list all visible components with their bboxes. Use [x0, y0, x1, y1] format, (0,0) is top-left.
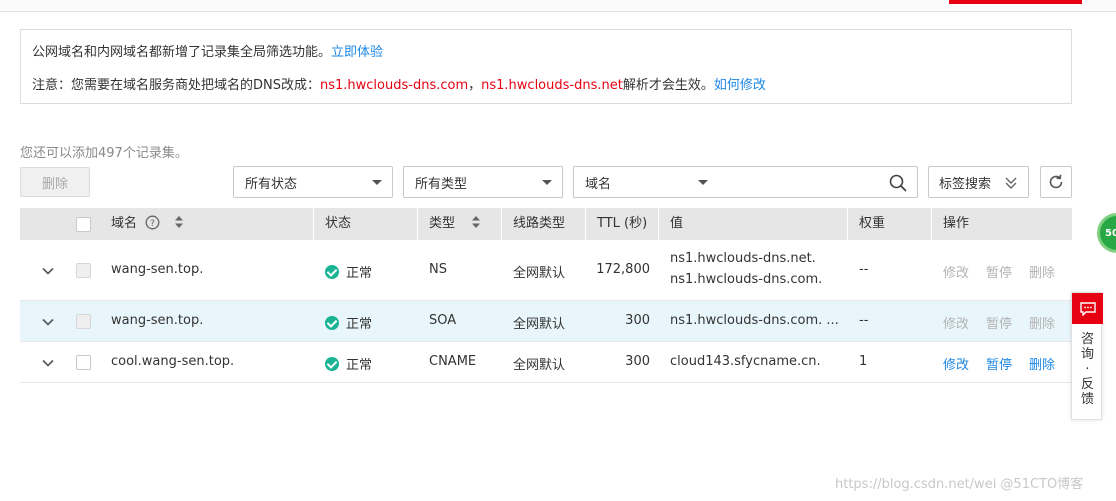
record-type: SOA [429, 313, 457, 328]
record-status: 正常 [325, 262, 372, 281]
type-filter-value: 所有类型 [415, 176, 468, 192]
row-checkbox[interactable] [76, 314, 91, 329]
floating-score-badge[interactable]: 50 [1097, 213, 1116, 253]
column-header-type[interactable]: 类型 [418, 208, 502, 240]
record-line: 全网默认 [513, 317, 566, 332]
chat-icon [1079, 301, 1096, 316]
record-ttl: 300 [625, 313, 650, 328]
row-checkbox[interactable] [76, 355, 91, 370]
record-status-label: 正常 [346, 358, 373, 373]
record-quota-text: 您还可以添加497个记录集。 [20, 146, 188, 161]
caret-down-icon [542, 180, 552, 185]
sort-icon[interactable] [174, 215, 184, 229]
table-row[interactable]: wang-sen.top. 正常 NS 全网默认 172,800 ns1.hwc… [20, 240, 1072, 301]
floating-score-value: 50 [1105, 227, 1116, 239]
type-filter-select[interactable]: 所有类型 [403, 166, 563, 198]
watermark-text: https://blog.csdn.net/wei @51CTO博客 [835, 477, 1084, 492]
record-line: 全网默认 [513, 266, 566, 281]
modify-link[interactable]: 修改 [943, 313, 969, 332]
modify-link[interactable]: 修改 [943, 262, 969, 281]
record-type: CNAME [429, 354, 477, 369]
record-ttl: 300 [625, 354, 650, 369]
batch-delete-button[interactable]: 删除 [20, 167, 90, 197]
delete-link[interactable]: 删除 [1029, 354, 1055, 373]
tag-search-label: 标签搜索 [939, 176, 992, 192]
help-icon[interactable]: ? [145, 215, 160, 230]
chevron-down-icon[interactable] [41, 356, 55, 370]
notice-dns-prefix: 注意：您需要在域名服务商处把域名的DNS改成： [32, 78, 320, 93]
try-now-link[interactable]: 立即体验 [331, 45, 383, 60]
svg-text:?: ? [150, 219, 155, 229]
pause-link[interactable]: 暂停 [986, 354, 1012, 373]
notice-line-filter: 公网域名和内网域名都新增了记录集全局筛选功能。立即体验 [32, 41, 383, 60]
record-domain: cool.wang-sen.top. [111, 354, 235, 369]
record-domain: wang-sen.top. [111, 313, 204, 328]
notice-filter-text: 公网域名和内网域名都新增了记录集全局筛选功能。 [32, 45, 332, 60]
column-header-domain-label: 域名 [111, 216, 138, 231]
record-status-label: 正常 [346, 266, 373, 281]
record-type: NS [429, 262, 447, 277]
row-checkbox[interactable] [76, 263, 91, 278]
sort-icon[interactable] [471, 215, 481, 229]
tag-search-button[interactable]: 标签搜索 [928, 166, 1029, 198]
column-header-value: 值 [659, 208, 848, 240]
nameserver-separator: ， [468, 78, 482, 93]
table-row[interactable]: wang-sen.top. 正常 SOA 全网默认 300 ns1.hwclou… [20, 301, 1072, 342]
column-header-type-label: 类型 [429, 216, 456, 231]
record-status: 正常 [325, 313, 372, 332]
delete-link[interactable]: 删除 [1029, 262, 1055, 281]
chevron-down-icon[interactable] [41, 264, 55, 278]
double-chevron-down-icon [1005, 177, 1017, 189]
column-header-weight: 权重 [848, 208, 932, 240]
pause-link[interactable]: 暂停 [986, 313, 1012, 332]
status-filter-value: 所有状态 [245, 176, 298, 192]
refresh-icon [1049, 174, 1063, 189]
caret-down-icon [372, 180, 382, 185]
notice-dns-suffix: 解析才会生效。 [622, 78, 714, 93]
search-icon[interactable] [889, 174, 907, 192]
pause-link[interactable]: 暂停 [986, 262, 1012, 281]
notice-panel: 公网域名和内网域名都新增了记录集全局筛选功能。立即体验 注意：您需要在域名服务商… [20, 29, 1072, 104]
record-status-label: 正常 [346, 317, 373, 332]
column-header-domain[interactable]: 域名 ? [100, 208, 314, 240]
record-value-line-1: ns1.hwclouds-dns.com. ... [670, 313, 839, 328]
notice-line-dns: 注意：您需要在域名服务商处把域名的DNS改成：ns1.hwclouds-dns.… [32, 74, 766, 93]
nameserver-2: ns1.hwclouds-dns.net [481, 78, 623, 93]
feedback-label: 咨询·反馈 [1080, 332, 1094, 407]
column-header-actions: 操作 [943, 216, 970, 231]
record-weight: -- [859, 313, 869, 328]
record-value-line-1: cloud143.sfycname.cn. [670, 354, 821, 369]
refresh-button[interactable] [1040, 166, 1072, 198]
search-field-value: 域名 [585, 176, 612, 192]
column-header-status: 状态 [314, 208, 418, 240]
record-status: 正常 [325, 354, 372, 373]
feedback-widget[interactable]: 咨询·反馈 [1071, 292, 1103, 420]
record-domain: wang-sen.top. [111, 262, 204, 277]
column-header-line-type: 线路类型 [502, 208, 586, 240]
modify-link[interactable]: 修改 [943, 354, 969, 373]
select-all-checkbox[interactable] [76, 217, 91, 232]
delete-link[interactable]: 删除 [1029, 313, 1055, 332]
status-check-icon [325, 265, 339, 279]
record-ttl: 172,800 [596, 262, 650, 277]
status-check-icon [325, 316, 339, 330]
feedback-top [1072, 293, 1103, 324]
table-row[interactable]: cool.wang-sen.top. 正常 CNAME 全网默认 300 clo… [20, 342, 1072, 383]
status-filter-select[interactable]: 所有状态 [233, 166, 393, 198]
nameserver-1: ns1.hwclouds-dns.com [320, 78, 469, 93]
record-weight: 1 [859, 354, 868, 369]
record-value-line-1: ns1.hwclouds-dns.net. [670, 251, 816, 266]
column-header-ttl: TTL (秒) [586, 208, 659, 240]
how-to-modify-link[interactable]: 如何修改 [714, 78, 766, 93]
table-header: 域名 ? 状态 类型 线路类型 TTL (秒) 值 权重 操作 [20, 208, 1072, 240]
search-field-select[interactable]: 域名 [573, 166, 719, 198]
record-value-line-2: ns1.hwclouds-dns.com. [670, 272, 823, 287]
top-red-button-edge[interactable] [949, 0, 1082, 4]
caret-down-icon [698, 180, 708, 185]
search-input[interactable] [718, 166, 918, 198]
record-line: 全网默认 [513, 358, 566, 373]
status-check-icon [325, 357, 339, 371]
record-weight: -- [859, 262, 869, 277]
chevron-down-icon[interactable] [41, 315, 55, 329]
